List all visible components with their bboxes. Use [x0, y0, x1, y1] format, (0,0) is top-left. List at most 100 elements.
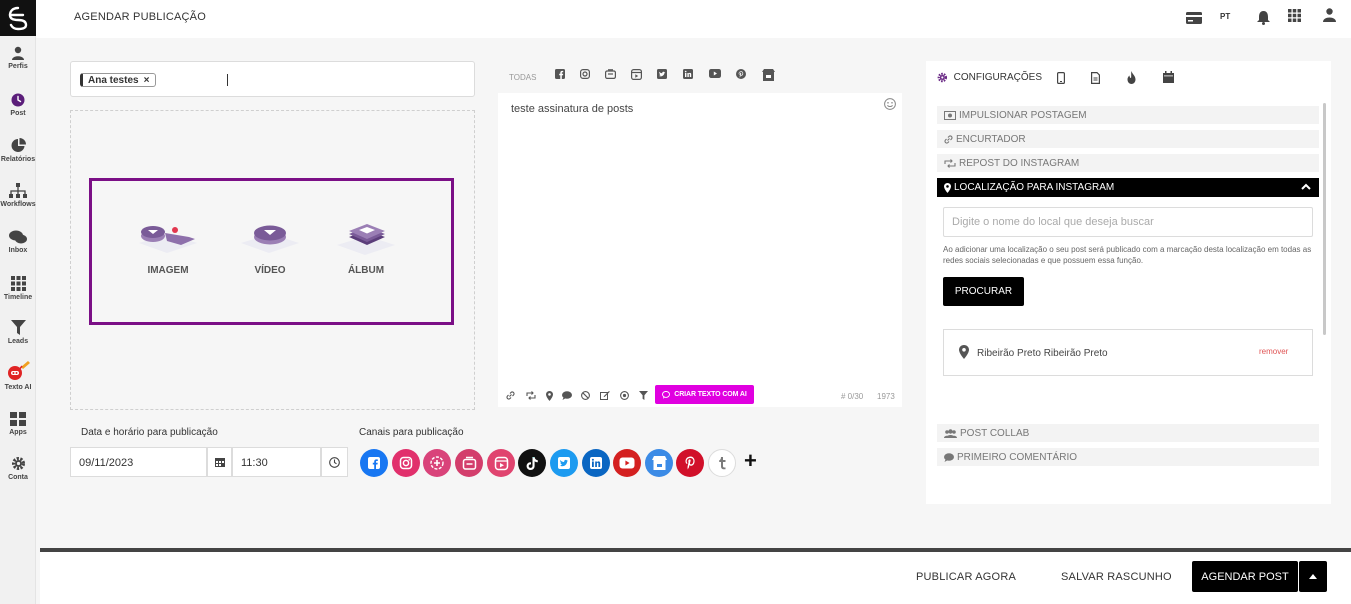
sidebar-item-apps[interactable]: Apps [0, 412, 36, 436]
instagram-reels-icon [494, 456, 508, 470]
profile-chip-label: Ana testes [88, 74, 139, 86]
document-icon[interactable] [1091, 72, 1100, 84]
schedule-post-button[interactable]: AGENDAR POST [1192, 561, 1298, 592]
edit-icon[interactable] [600, 391, 610, 400]
media-option-image[interactable]: IMAGEM [128, 223, 208, 276]
section-label: LOCALIZAÇÃO PARA INSTAGRAM [954, 182, 1115, 193]
link-icon[interactable] [506, 391, 515, 400]
section-instagram-repost[interactable]: REPOST DO INSTAGRAM [937, 154, 1319, 172]
section-post-collab[interactable]: POST COLLAB [937, 424, 1319, 442]
user-account-icon[interactable] [1323, 8, 1336, 22]
target-icon[interactable] [620, 391, 629, 400]
sidebar-item-perfis[interactable]: Perfis [0, 46, 36, 70]
sidebar-item-workflows[interactable]: Workflows [0, 183, 36, 208]
character-counter: 1973 [877, 392, 895, 401]
channel-tiktok[interactable] [518, 449, 546, 477]
channel-twitter[interactable] [550, 449, 578, 477]
block-icon[interactable] [581, 391, 590, 400]
sidebar-item-inbox[interactable]: Inbox [0, 230, 36, 254]
add-channel-button[interactable]: + [744, 450, 757, 472]
save-draft-button[interactable]: SALVAR RASCUNHO [1061, 571, 1172, 583]
schedule-options-button[interactable] [1299, 561, 1327, 592]
section-instagram-location[interactable]: LOCALIZAÇÃO PARA INSTAGRAM [937, 178, 1319, 197]
emoji-icon[interactable] [884, 98, 896, 110]
channel-tumblr[interactable] [708, 449, 736, 477]
channels-label: Canais para publicação [359, 427, 464, 438]
panel-scrollbar[interactable] [1323, 103, 1326, 335]
sidebar-item-post[interactable]: Post [0, 93, 36, 117]
image-icon [139, 226, 197, 253]
repost-icon [944, 158, 956, 168]
pinterest-icon[interactable] [736, 69, 746, 79]
channel-google-business[interactable] [645, 449, 673, 477]
channel-instagram-carousel[interactable] [455, 449, 483, 477]
channel-instagram-reels[interactable] [487, 449, 515, 477]
chip-remove-icon[interactable]: × [144, 75, 150, 86]
profile-selector-input[interactable]: Ana testes × [70, 61, 475, 97]
credit-card-icon[interactable] [1186, 12, 1202, 24]
sidebar-item-conta[interactable]: Conta [0, 456, 36, 481]
time-picker-button[interactable] [321, 447, 348, 477]
fire-icon[interactable] [1127, 71, 1136, 84]
instagram-icon[interactable] [580, 69, 590, 79]
post-text[interactable]: teste assinatura de posts [511, 103, 633, 115]
mobile-preview-icon[interactable] [1057, 72, 1065, 84]
filter-icon[interactable] [639, 391, 648, 400]
section-label: PRIMEIRO COMENTÁRIO [957, 451, 1078, 463]
sidebar-item-label: Perfis [8, 63, 28, 70]
tiktok-icon [526, 456, 538, 470]
chat-icon [9, 230, 27, 244]
language-selector[interactable]: PT [1220, 12, 1230, 21]
apps-grid-icon[interactable] [1288, 9, 1301, 22]
channel-linkedin[interactable] [582, 449, 610, 477]
instagram-reels-icon[interactable] [631, 69, 642, 80]
sidebar-item-relatorios[interactable]: Relatórios [0, 138, 36, 163]
channel-youtube[interactable] [613, 449, 641, 477]
chevron-up-icon[interactable] [1301, 183, 1311, 190]
calendar-icon[interactable] [1163, 71, 1174, 83]
search-location-button[interactable]: PROCURAR [943, 277, 1024, 306]
section-url-shortener[interactable]: ENCURTADOR [937, 130, 1319, 148]
section-boost-post[interactable]: IMPULSIONAR POSTAGEM [937, 106, 1319, 124]
logo-icon [8, 6, 28, 31]
comment-icon[interactable] [562, 391, 572, 400]
date-picker-button[interactable] [207, 447, 232, 477]
section-first-comment[interactable]: PRIMEIRO COMENTÁRIO [937, 448, 1319, 466]
linkedin-icon[interactable] [683, 69, 693, 79]
logo[interactable] [0, 0, 36, 36]
page-title: AGENDAR PUBLICAÇÃO [74, 11, 206, 23]
post-text-editor[interactable]: teste assinatura de posts CRIAR TEXTO CO… [498, 93, 902, 407]
time-input[interactable]: 11:30 [232, 447, 321, 477]
profile-chip[interactable]: Ana testes × [80, 73, 157, 87]
google-business-icon[interactable] [762, 69, 775, 81]
tab-all[interactable]: TODAS [509, 73, 536, 82]
linkedin-icon [590, 457, 602, 469]
channel-instagram-stories[interactable] [423, 449, 451, 477]
text-caret [227, 74, 228, 86]
repost-icon[interactable] [526, 391, 536, 400]
channel-pinterest[interactable] [676, 449, 704, 477]
filter-icon [10, 320, 26, 335]
channel-instagram[interactable] [392, 449, 420, 477]
caret-up-icon [1309, 574, 1317, 579]
location-search-input[interactable]: Digite o nome do local que deseja buscar [943, 207, 1313, 237]
sidebar-item-leads[interactable]: Leads [0, 320, 36, 345]
channel-facebook[interactable] [360, 449, 388, 477]
sidebar-item-timeline[interactable]: Timeline [0, 276, 36, 301]
tumblr-icon [719, 457, 726, 470]
media-option-album[interactable]: ÁLBUM [326, 223, 406, 276]
remove-location-link[interactable]: remover [1259, 347, 1288, 356]
twitter-icon[interactable] [657, 69, 667, 79]
bell-icon[interactable] [1257, 11, 1270, 25]
youtube-icon[interactable] [709, 69, 721, 78]
location-icon[interactable] [546, 391, 553, 401]
facebook-icon[interactable] [555, 69, 565, 79]
publish-now-button[interactable]: PUBLICAR AGORA [916, 571, 1016, 583]
date-input[interactable]: 09/11/2023 [70, 447, 207, 477]
ai-text-button[interactable]: CRIAR TEXTO COM AI [655, 385, 754, 404]
media-option-video[interactable]: VÍDEO [230, 223, 310, 276]
tab-settings[interactable]: CONFIGURAÇÕES [926, 61, 1042, 95]
instagram-carousel-icon[interactable] [605, 69, 616, 79]
sidebar-item-texto-ai[interactable]: Texto AI [0, 361, 36, 391]
album-icon [337, 224, 395, 255]
